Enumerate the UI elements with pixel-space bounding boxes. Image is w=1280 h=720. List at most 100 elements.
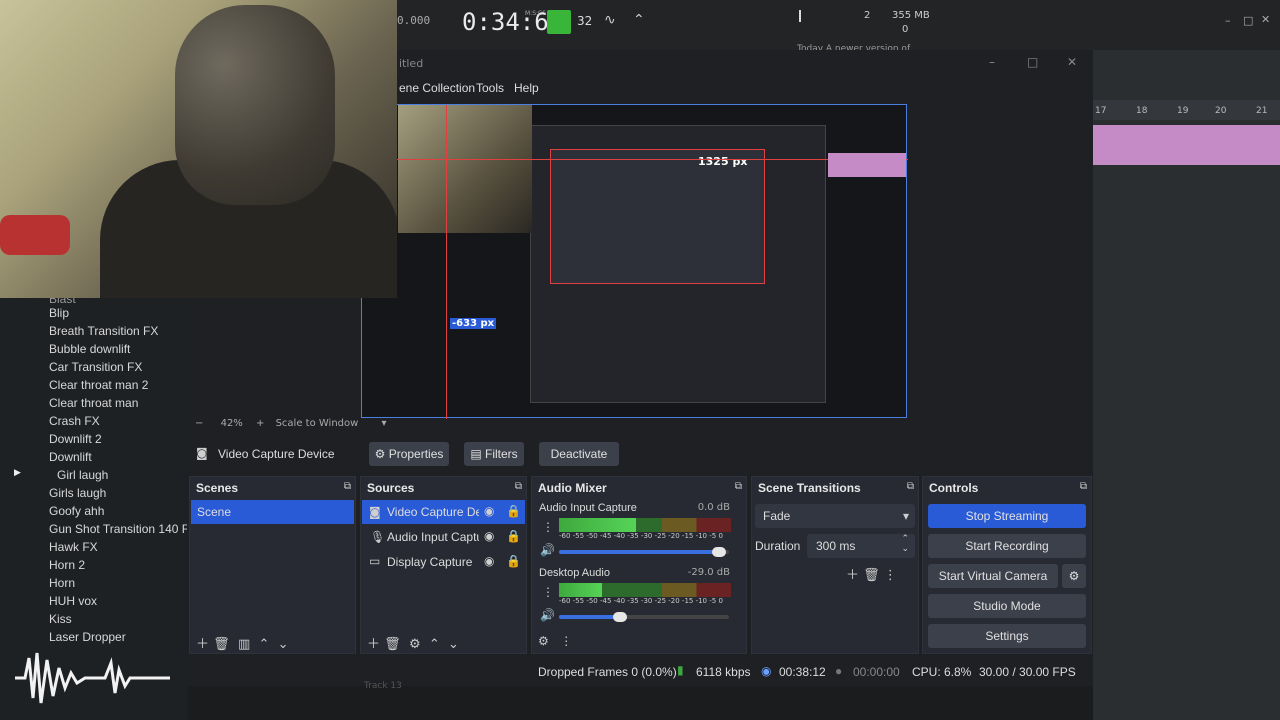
browser-item[interactable]: Crash FX: [49, 414, 100, 428]
menu-help[interactable]: Help: [514, 81, 539, 95]
preview-canvas[interactable]: 1325 px -633 px: [361, 104, 908, 419]
zoom-in-icon[interactable]: +: [256, 418, 264, 429]
playlist-ruler[interactable]: 17 18 19 20 21: [1093, 100, 1280, 120]
dock-float-icon[interactable]: ⧉: [344, 481, 351, 492]
browser-item[interactable]: Blip: [49, 306, 69, 320]
browser-item[interactable]: Breath Transition FX: [49, 324, 158, 338]
browser-item-selected[interactable]: Girl laugh: [57, 468, 108, 482]
source-item-selected[interactable]: ◙ Video Capture Dev ◉ 🔒: [362, 500, 525, 524]
browser-item[interactable]: Car Transition FX: [49, 360, 142, 374]
close-icon[interactable]: ✕: [1261, 13, 1270, 26]
lock-icon[interactable]: 🔒: [506, 554, 521, 568]
browser-item[interactable]: Horn 2: [49, 558, 85, 572]
down-icon[interactable]: ⌄: [448, 637, 459, 652]
settings-button[interactable]: Settings: [928, 624, 1086, 648]
scale-dropdown-icon[interactable]: ▾: [382, 418, 387, 429]
wave-icon[interactable]: ∿: [604, 12, 616, 28]
lock-icon[interactable]: 🔒: [506, 504, 521, 518]
obs-maximize-icon[interactable]: □: [1027, 55, 1038, 69]
trash-icon[interactable]: 🗑: [863, 568, 880, 583]
speaker-icon[interactable]: 🔊: [540, 543, 555, 557]
add-icon[interactable]: ＋: [846, 568, 859, 583]
browser-item[interactable]: Downlift 2: [49, 432, 102, 446]
trash-icon[interactable]: 🗑: [213, 637, 230, 652]
eye-icon[interactable]: ◉: [484, 554, 494, 568]
up-icon[interactable]: ⌃: [429, 637, 440, 652]
maximize-icon[interactable]: □: [1243, 14, 1253, 27]
play-icon[interactable]: ▶: [14, 468, 24, 482]
metronome-icon[interactable]: ⌃: [633, 12, 645, 28]
deactivate-button[interactable]: Deactivate: [539, 442, 619, 466]
browser-item[interactable]: Clear throat man: [49, 396, 138, 410]
browser-item[interactable]: Girls laugh: [49, 486, 106, 500]
tempo-display[interactable]: 32: [577, 14, 592, 28]
dock-float-icon[interactable]: ⧉: [735, 481, 742, 492]
advanced-audio-icon[interactable]: ⚙: [538, 634, 549, 648]
browser-item[interactable]: HUH vox: [49, 594, 97, 608]
start-recording-button[interactable]: Start Recording: [928, 534, 1086, 558]
guide-line: [446, 105, 447, 419]
microphone-icon: 🎙: [370, 530, 386, 544]
zoom-level: 42%: [220, 418, 243, 429]
trash-icon[interactable]: 🗑: [384, 637, 401, 652]
stepper-down-icon[interactable]: ⌄: [901, 544, 909, 554]
volume-slider[interactable]: [559, 547, 729, 557]
browser-item[interactable]: Downlift: [49, 450, 92, 464]
stepper-up-icon[interactable]: ⌃: [901, 534, 909, 544]
properties-button[interactable]: ⚙ Properties: [369, 442, 449, 466]
track-label: Track 13: [364, 681, 402, 691]
dock-float-icon[interactable]: ⧉: [515, 481, 522, 492]
audio-clip[interactable]: [1093, 125, 1280, 165]
volume-slider[interactable]: [559, 612, 729, 622]
browser-item[interactable]: Clear throat man 2: [49, 378, 148, 392]
scale-mode[interactable]: Scale to Window: [276, 418, 359, 429]
lock-icon[interactable]: 🔒: [506, 529, 521, 543]
obs-close-icon[interactable]: ✕: [1067, 55, 1077, 69]
obs-titlebar[interactable]: itled – □ ✕: [397, 50, 1093, 76]
browser-item[interactable]: Gun Shot Transition 140 FX: [49, 522, 197, 536]
menu-tools[interactable]: Tools: [476, 81, 504, 95]
browser-item[interactable]: Bubble downlift: [49, 342, 130, 356]
pattern-song-toggle[interactable]: [547, 10, 571, 34]
dock-float-icon[interactable]: ⧉: [907, 481, 914, 492]
eye-icon[interactable]: ◉: [484, 504, 494, 518]
eye-icon[interactable]: ◉: [484, 529, 494, 543]
mixer-menu-icon[interactable]: ⋮: [560, 634, 572, 648]
zoom-out-icon[interactable]: −: [195, 418, 203, 429]
channel-menu-icon[interactable]: ⋮: [542, 585, 554, 599]
browser-item[interactable]: Hawk FX: [49, 540, 98, 554]
transition-select[interactable]: Fade ▾: [755, 504, 915, 528]
virtual-camera-settings-button[interactable]: ⚙: [1062, 564, 1086, 588]
filter-icon[interactable]: ▥: [238, 637, 250, 652]
speaker-icon[interactable]: 🔊: [540, 608, 555, 622]
browser-item[interactable]: Laser Dropper: [49, 630, 126, 644]
webcam-overlay: [0, 0, 397, 298]
stream-time: 00:38:12: [779, 665, 826, 679]
more-icon[interactable]: ⋮: [884, 568, 897, 583]
channel-name: Audio Input Capture: [539, 502, 637, 514]
dock-float-icon[interactable]: ⧉: [1080, 481, 1087, 492]
scenes-footer: ＋ 🗑 ▥ ⌃ ⌄: [196, 633, 346, 652]
add-icon[interactable]: ＋: [367, 637, 380, 652]
add-icon[interactable]: ＋: [196, 637, 209, 652]
stop-streaming-button[interactable]: Stop Streaming: [928, 504, 1086, 528]
studio-mode-button[interactable]: Studio Mode: [928, 594, 1086, 618]
scene-item[interactable]: Scene: [191, 500, 354, 524]
obs-minimize-icon[interactable]: –: [989, 55, 995, 69]
source-item[interactable]: ▭ Display Capture ◉ 🔒: [362, 550, 525, 574]
channel-menu-icon[interactable]: ⋮: [542, 520, 554, 534]
source-item[interactable]: 🎙 Audio Input Captu ◉ 🔒: [362, 525, 525, 549]
gear-icon[interactable]: ⚙: [409, 637, 421, 652]
menu-scene-collection[interactable]: ene Collection: [399, 81, 475, 95]
browser-item[interactable]: Kiss: [49, 612, 72, 626]
down-icon[interactable]: ⌄: [278, 637, 289, 652]
minimize-icon[interactable]: –: [1225, 14, 1231, 27]
up-icon[interactable]: ⌃: [259, 637, 270, 652]
mixer-title: Audio Mixer: [538, 481, 607, 495]
duration-input[interactable]: 300 ms ⌃ ⌄: [807, 534, 915, 558]
memory-usage: 355 MB: [892, 10, 930, 21]
browser-item[interactable]: Horn: [49, 576, 75, 590]
filters-button[interactable]: ▤ Filters: [464, 442, 524, 466]
browser-item[interactable]: Goofy ahh: [49, 504, 104, 518]
start-virtual-camera-button[interactable]: Start Virtual Camera: [928, 564, 1058, 588]
